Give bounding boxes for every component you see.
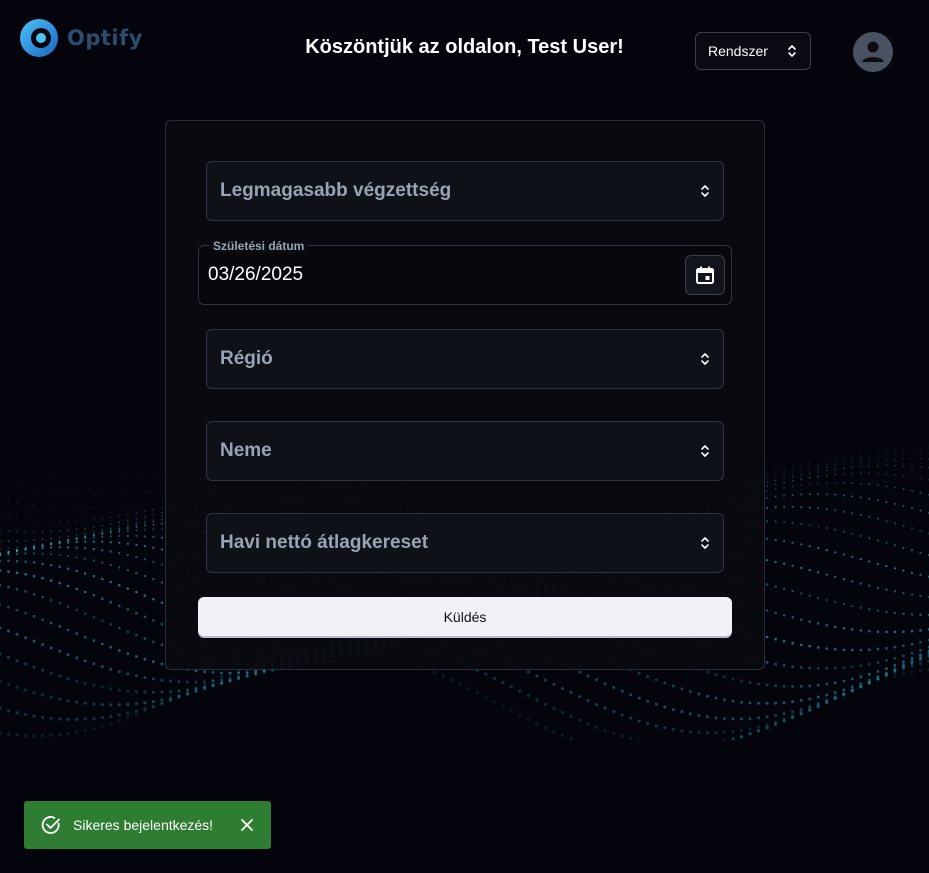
close-icon[interactable] — [240, 818, 254, 832]
gender-select[interactable]: Neme — [206, 421, 724, 481]
user-icon — [862, 41, 884, 62]
theme-select-value: Rendszer — [708, 43, 768, 59]
page: Optify Köszöntjük az oldalon, Test User!… — [0, 0, 929, 873]
calendar-icon — [696, 266, 714, 284]
income-select[interactable]: Havi nettó átlagkereset — [206, 513, 724, 573]
birth-date-value[interactable]: 03/26/2025 — [208, 264, 303, 286]
chevron-updown-icon — [701, 185, 709, 197]
chevron-updown-icon — [701, 537, 709, 549]
region-select-placeholder: Régió — [220, 348, 273, 369]
form-card: Legmagasabb végzettség Születési dátum 0… — [165, 120, 765, 670]
income-select-placeholder: Havi nettó átlagkereset — [220, 532, 429, 553]
gender-select-placeholder: Neme — [220, 440, 272, 461]
theme-select[interactable]: Rendszer — [695, 32, 811, 70]
region-select[interactable]: Régió — [206, 329, 724, 389]
chevron-updown-icon — [788, 45, 796, 57]
success-toast: Sikeres bejelentkezés! — [24, 801, 271, 849]
education-select-placeholder: Legmagasabb végzettség — [220, 180, 452, 201]
check-circle-icon — [41, 816, 60, 834]
welcome-text: Köszöntjük az oldalon, Test User! — [305, 36, 624, 58]
education-select[interactable]: Legmagasabb végzettség — [206, 161, 724, 221]
birth-date-field[interactable]: Születési dátum 03/26/2025 — [198, 239, 732, 305]
user-avatar-button[interactable] — [853, 32, 893, 72]
date-picker-button[interactable] — [685, 255, 725, 295]
birth-date-label: Születési dátum — [209, 239, 309, 253]
submit-button[interactable]: Küldés — [198, 597, 732, 636]
chevron-updown-icon — [701, 445, 709, 457]
toast-message: Sikeres bejelentkezés! — [73, 817, 214, 833]
chevron-updown-icon — [701, 353, 709, 365]
